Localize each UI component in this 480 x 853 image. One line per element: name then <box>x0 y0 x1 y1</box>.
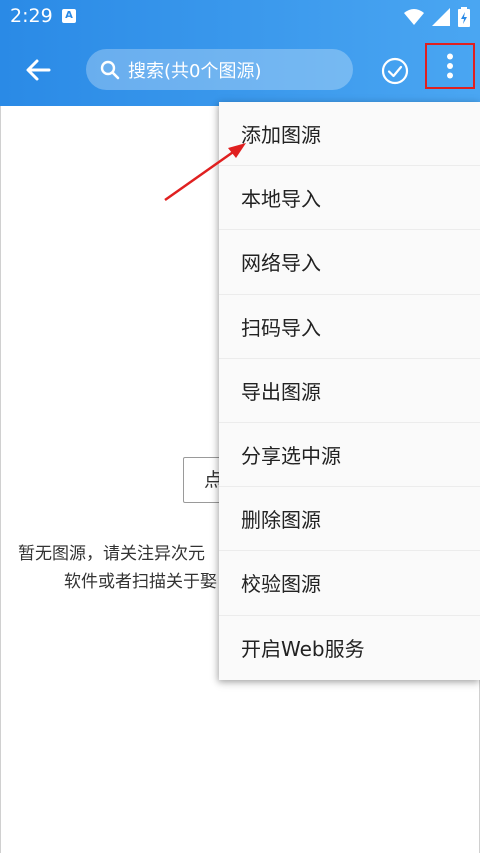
wifi-icon <box>404 9 424 25</box>
status-time: 2:29 <box>10 5 53 27</box>
menu-item-export-source[interactable]: 导出图源 <box>219 359 480 423</box>
menu-item-delete-source[interactable]: 删除图源 <box>219 487 480 552</box>
menu-item-add-source[interactable]: 添加图源 <box>219 102 480 167</box>
left-border <box>0 106 1 853</box>
battery-icon <box>458 7 470 27</box>
more-vertical-icon <box>447 53 453 79</box>
back-button[interactable] <box>18 50 58 90</box>
search-input[interactable]: 搜索(共0个图源) <box>86 49 353 90</box>
arrow-left-icon <box>26 59 51 81</box>
app-bar: 2:29 A 搜索(共0个图源) <box>0 0 480 106</box>
notification-icon: A <box>62 9 76 23</box>
more-options-button[interactable] <box>425 43 475 89</box>
menu-item-local-import[interactable]: 本地导入 <box>219 166 480 231</box>
menu-item-share-selected[interactable]: 分享选中源 <box>219 423 480 488</box>
check-circle-icon[interactable] <box>380 56 410 86</box>
menu-item-network-import[interactable]: 网络导入 <box>219 230 480 295</box>
search-placeholder: 搜索(共0个图源) <box>128 60 262 82</box>
signal-icon <box>432 8 450 26</box>
status-bar: 2:29 A <box>0 0 480 34</box>
status-icons <box>404 6 470 28</box>
menu-item-qr-import[interactable]: 扫码导入 <box>219 295 480 359</box>
menu-item-web-service[interactable]: 开启Web服务 <box>219 616 480 680</box>
menu-item-verify-source[interactable]: 校验图源 <box>219 551 480 616</box>
overflow-menu: 添加图源 本地导入 网络导入 扫码导入 导出图源 分享选中源 删除图源 校验图源… <box>219 102 480 680</box>
search-icon <box>100 60 120 79</box>
